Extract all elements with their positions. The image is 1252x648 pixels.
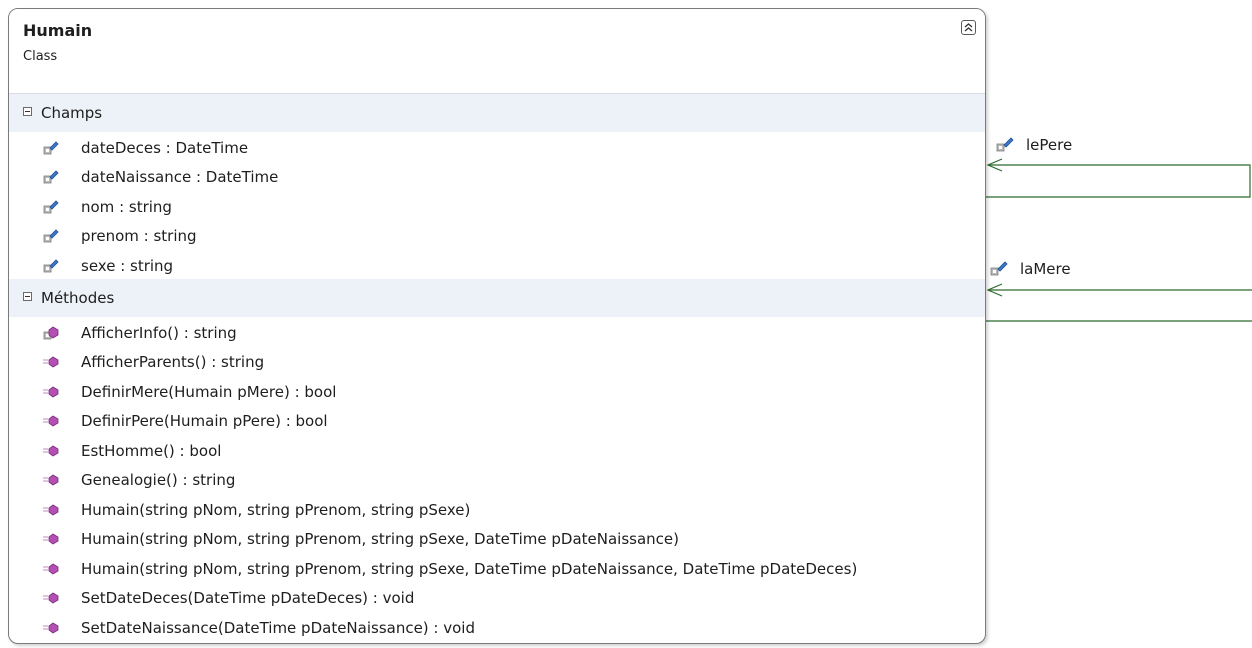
public-method-icon	[43, 443, 59, 459]
collapse-class-button[interactable]	[961, 20, 976, 35]
public-method-icon	[43, 384, 59, 400]
method-label: EstHomme() : bool	[81, 441, 222, 460]
field-row[interactable]: sexe : string	[43, 251, 173, 280]
field-row[interactable]: dateDeces : DateTime	[43, 133, 248, 162]
private-method-icon	[43, 325, 59, 341]
association-lepere[interactable]: lePere	[996, 136, 1072, 154]
collapse-fields-icon[interactable]	[23, 107, 32, 116]
method-row[interactable]: Humain(string pNom, string pPrenom, stri…	[43, 495, 470, 524]
method-label: DefinirPere(Humain pPere) : bool	[81, 412, 328, 430]
public-method-icon	[43, 561, 59, 577]
method-row[interactable]: Genealogie() : string	[43, 466, 235, 495]
public-method-icon	[43, 354, 59, 370]
fields-section-header[interactable]: Champs	[9, 94, 985, 132]
public-method-icon	[43, 413, 59, 429]
private-field-icon	[996, 136, 1014, 154]
association-lamere[interactable]: laMere	[990, 260, 1071, 278]
method-label: Humain(string pNom, string pPrenom, stri…	[81, 530, 679, 548]
association-lamere-label: laMere	[1020, 260, 1071, 278]
class-header: Humain Class	[9, 9, 985, 94]
class-shape-humain[interactable]: Humain Class Champs dateDeces : DateTime…	[8, 8, 986, 644]
methods-section-header[interactable]: Méthodes	[9, 279, 985, 317]
field-row[interactable]: nom : string	[43, 192, 172, 221]
method-row[interactable]: DefinirPere(Humain pPere) : bool	[43, 407, 328, 436]
method-row[interactable]: Humain(string pNom, string pPrenom, stri…	[43, 554, 857, 583]
method-label: Humain(string pNom, string pPrenom, stri…	[81, 500, 471, 519]
private-field-icon	[43, 199, 59, 215]
class-name: Humain	[23, 21, 93, 40]
method-row[interactable]: DefinirMere(Humain pMere) : bool	[43, 377, 336, 406]
method-row[interactable]: Humain(string pNom, string pPrenom, stri…	[43, 525, 679, 554]
field-row[interactable]: dateNaissance : DateTime	[43, 163, 278, 192]
method-label: DefinirMere(Humain pMere) : bool	[81, 382, 337, 401]
method-row[interactable]: AfficherInfo() : string	[43, 318, 237, 347]
association-lepere-label: lePere	[1026, 136, 1073, 154]
public-method-icon	[43, 590, 59, 606]
method-label: Genealogie() : string	[81, 471, 236, 489]
method-label: AfficherParents() : string	[81, 353, 265, 371]
field-label: nom : string	[81, 197, 172, 216]
private-field-icon	[990, 260, 1008, 278]
method-row[interactable]: SetDateDeces(DateTime pDateDeces) : void	[43, 584, 414, 613]
private-field-icon	[43, 140, 59, 156]
method-row[interactable]: AfficherParents() : string	[43, 348, 264, 377]
method-row[interactable]: EstHomme() : bool	[43, 436, 221, 465]
method-label: SetDateNaissance(DateTime pDateNaissance…	[81, 618, 475, 637]
class-diagram-canvas: lePere laMere Humain Class Champs dateDe…	[0, 0, 1252, 648]
public-method-icon	[43, 531, 59, 547]
method-label: AfficherInfo() : string	[81, 323, 237, 342]
field-label: dateNaissance : DateTime	[81, 168, 279, 186]
fields-section-title: Champs	[41, 104, 103, 122]
field-label: prenom : string	[81, 227, 197, 245]
field-row[interactable]: prenom : string	[43, 222, 197, 251]
private-field-icon	[43, 228, 59, 244]
class-stereotype: Class	[23, 49, 58, 64]
methods-section-title: Méthodes	[41, 289, 115, 307]
collapse-methods-icon[interactable]	[23, 292, 32, 301]
method-label: SetDateDeces(DateTime pDateDeces) : void	[81, 589, 415, 607]
public-method-icon	[43, 502, 59, 518]
public-method-icon	[43, 472, 59, 488]
field-label: dateDeces : DateTime	[81, 138, 249, 157]
private-field-icon	[43, 258, 59, 274]
public-method-icon	[43, 620, 59, 636]
private-field-icon	[43, 169, 59, 185]
double-chevron-up-icon	[964, 23, 973, 32]
method-label: Humain(string pNom, string pPrenom, stri…	[81, 559, 858, 578]
field-label: sexe : string	[81, 256, 174, 275]
association-line-lepere	[986, 164, 1251, 198]
method-row[interactable]: SetDateNaissance(DateTime pDateNaissance…	[43, 613, 475, 642]
